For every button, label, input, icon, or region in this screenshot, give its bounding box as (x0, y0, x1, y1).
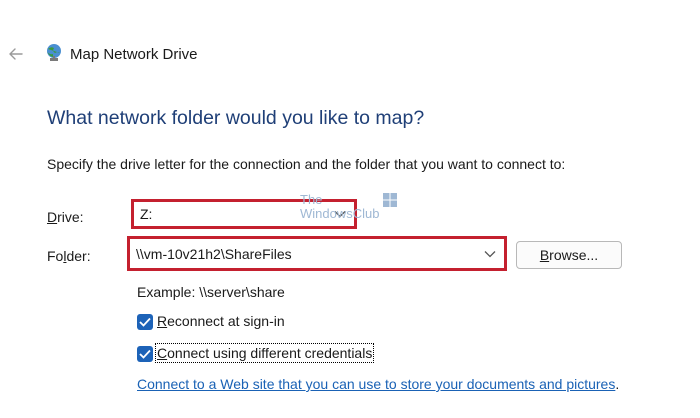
folder-label: Folder: (47, 248, 91, 264)
example-text: Example: \\server\share (137, 284, 285, 300)
window-title: Map Network Drive (70, 46, 198, 63)
drive-label: Drive: (47, 209, 84, 225)
browse-button[interactable]: Browse... (516, 241, 622, 269)
reconnect-label: Reconnect at sign-in (157, 313, 285, 329)
page-heading: What network folder would you like to ma… (47, 107, 425, 129)
back-arrow-icon[interactable] (6, 44, 26, 64)
chevron-down-icon[interactable] (484, 250, 496, 258)
checkmark-icon (139, 349, 151, 359)
folder-combobox[interactable]: \\vm-10v21h2\ShareFiles (127, 236, 507, 271)
credentials-checkbox[interactable] (137, 346, 153, 362)
drive-select-value: Z: (140, 206, 153, 222)
network-drive-icon (47, 44, 61, 61)
folder-input-value: \\vm-10v21h2\ShareFiles (136, 245, 292, 262)
credentials-label: Connect using different credentials (154, 343, 375, 363)
reconnect-checkbox[interactable] (137, 314, 153, 330)
checkmark-icon (139, 317, 151, 327)
web-site-link[interactable]: Connect to a Web site that you can use t… (137, 376, 619, 392)
watermark-logo-icon (383, 193, 397, 207)
instruction-text: Specify the drive letter for the connect… (47, 156, 566, 172)
watermark-text: The WindowsClub (300, 192, 380, 221)
